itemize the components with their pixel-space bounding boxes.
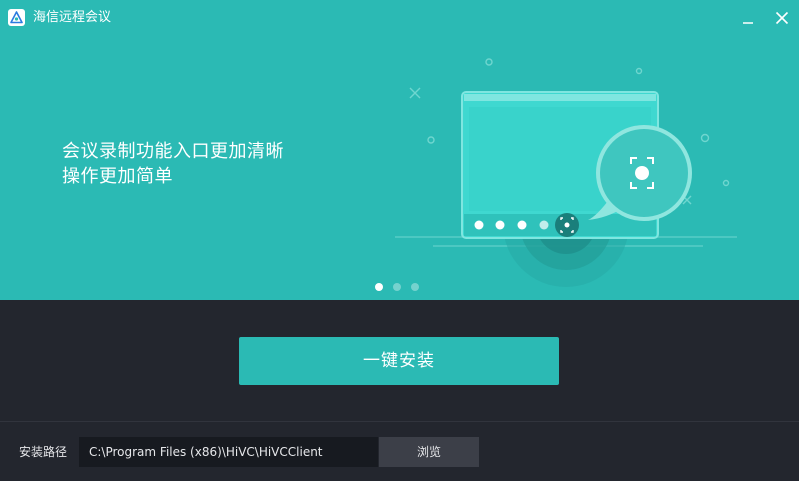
close-icon: [775, 11, 789, 25]
title-bar[interactable]: 海信远程会议: [0, 0, 799, 36]
headline-line-1: 会议录制功能入口更加清晰: [62, 141, 284, 162]
window-title: 海信远程会议: [33, 10, 112, 25]
install-path-input[interactable]: [79, 437, 378, 467]
close-button[interactable]: [770, 6, 794, 30]
feature-headline: 会议录制功能入口更加清晰 操作更加简单: [62, 139, 284, 189]
minimize-icon: [743, 22, 753, 24]
install-path-label: 安装路径: [19, 445, 68, 459]
one-click-install-button[interactable]: 一键安装: [239, 337, 559, 385]
app-logo-icon: [8, 9, 25, 26]
headline-line-2: 操作更加简单: [62, 166, 173, 187]
minimize-button[interactable]: [736, 6, 760, 30]
carousel-dot-2[interactable]: [393, 283, 401, 291]
carousel-dot-3[interactable]: [411, 283, 419, 291]
installer-window: 海信远程会议 会议录制功能入口更加清晰 操作更加简单 一键安装 安装路径 C:\…: [0, 0, 799, 481]
footer-divider: [0, 421, 799, 422]
hero-banner: 海信远程会议 会议录制功能入口更加清晰 操作更加简单: [0, 0, 799, 300]
carousel-dots: [375, 283, 419, 291]
recording-screen-illustration: [395, 58, 737, 287]
browse-button[interactable]: 浏览: [379, 437, 479, 467]
carousel-dot-1[interactable]: [375, 283, 383, 291]
